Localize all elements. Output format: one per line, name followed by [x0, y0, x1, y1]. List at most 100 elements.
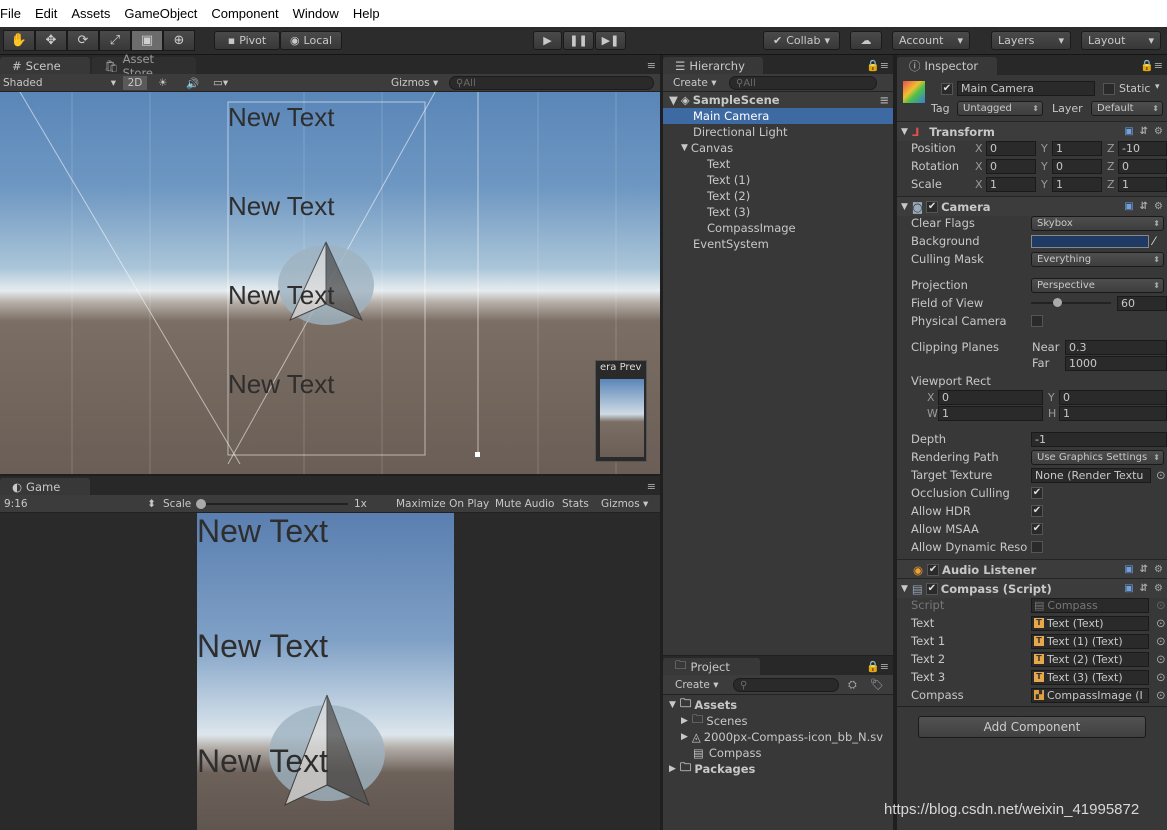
scale-tool-icon[interactable]: ⤢	[99, 30, 131, 51]
viewport-w[interactable]: 1	[938, 405, 1043, 421]
help-icon[interactable]: ▣	[1124, 583, 1133, 594]
scene-text-3[interactable]: New Text	[228, 369, 334, 400]
filter-type-icon[interactable]: ⛭	[848, 678, 857, 692]
msaa-checkbox[interactable]: ✔	[1031, 523, 1043, 535]
camera-header[interactable]: ▼ ◙ ✔ Camera ▣ ⇵ ⚙	[897, 196, 1167, 216]
hierarchy-item[interactable]: Text	[663, 156, 893, 172]
collab-button[interactable]: ✔ Collab ▾	[763, 31, 840, 50]
gear-icon[interactable]: ⚙	[1154, 126, 1163, 137]
tab-inspector[interactable]: ⓘ Inspector	[897, 57, 997, 75]
gear-icon[interactable]: ⚙	[1154, 583, 1163, 594]
pivot-button[interactable]: ▪ Pivot	[214, 31, 280, 50]
hierarchy-item[interactable]: Text (1)	[663, 172, 893, 188]
eyedropper-icon[interactable]: ⁄	[1153, 234, 1155, 248]
gear-icon[interactable]: ⚙	[1154, 564, 1163, 575]
fov-field[interactable]: 60	[1117, 295, 1167, 311]
occlusion-checkbox[interactable]: ✔	[1031, 487, 1043, 499]
viewport-x[interactable]: 0	[938, 389, 1043, 405]
expand-arrow-icon[interactable]: ▼	[901, 127, 908, 137]
target-texture-field[interactable]: None (Render Textu	[1031, 467, 1151, 483]
hierarchy-item[interactable]: CompassImage	[663, 220, 893, 236]
expand-arrow-icon[interactable]: ▼	[901, 584, 908, 594]
lock-icon[interactable]: 🔒≡	[866, 59, 889, 72]
expand-arrow-icon[interactable]: ▶	[681, 732, 688, 742]
scale-slider[interactable]	[196, 499, 348, 509]
hierarchy-item[interactable]: Text (3)	[663, 204, 893, 220]
far-field[interactable]: 1000	[1065, 355, 1167, 371]
panel-menu-icon[interactable]: ≡	[647, 480, 656, 493]
cloud-button[interactable]: ☁	[850, 31, 882, 50]
help-icon[interactable]: ▣	[1124, 564, 1133, 575]
2d-toggle[interactable]: 2D	[123, 76, 147, 90]
hand-tool-icon[interactable]: ✋	[3, 30, 35, 51]
scale-slider-thumb[interactable]	[196, 499, 206, 509]
scene-root[interactable]: ▼ ◈ SampleScene ≡	[663, 92, 893, 108]
object-picker-icon[interactable]: ⊙	[1156, 688, 1166, 702]
preset-icon[interactable]: ⇵	[1140, 564, 1148, 575]
lock-icon[interactable]: 🔒≡	[1140, 59, 1163, 72]
expand-arrow-icon[interactable]: ▶	[681, 716, 688, 726]
clear-flags-dropdown[interactable]: Skybox	[1031, 215, 1164, 231]
audio-listener-checkbox[interactable]: ✔	[927, 563, 940, 576]
project-item-scenes[interactable]: ▶ 🗀 Scenes	[663, 712, 893, 729]
expand-arrow-icon[interactable]: ▼	[901, 202, 908, 212]
scene-viewport[interactable]: New Text New Text New Text New Text era …	[0, 92, 660, 474]
menu-component[interactable]: Component	[204, 0, 285, 27]
step-button[interactable]: ▶❚	[595, 31, 626, 50]
menu-file[interactable]: File	[0, 0, 28, 27]
game-gizmos-dropdown[interactable]: Gizmos ▾	[601, 497, 648, 511]
transform-header[interactable]: ▼ ⅃ Transform ▣ ⇵ ⚙	[897, 121, 1167, 141]
preset-icon[interactable]: ⇵	[1140, 583, 1148, 594]
project-search-input[interactable]: ⚲	[733, 678, 839, 692]
layer-dropdown[interactable]: Default	[1091, 101, 1163, 116]
compass-script-header[interactable]: ▼ ▤ ✔ Compass (Script) ▣ ⇵ ⚙	[897, 578, 1167, 598]
compass-enabled-checkbox[interactable]: ✔	[925, 582, 938, 595]
background-color-swatch[interactable]	[1031, 234, 1149, 248]
rotation-z[interactable]: 0	[1118, 158, 1167, 174]
scale-z[interactable]: 1	[1118, 176, 1167, 192]
filter-label-icon[interactable]: 🏷	[870, 678, 884, 691]
camera-enabled-checkbox[interactable]: ✔	[926, 200, 939, 213]
static-checkbox[interactable]	[1103, 83, 1115, 95]
help-icon[interactable]: ▣	[1124, 126, 1133, 137]
play-button[interactable]: ▶	[533, 31, 562, 50]
depth-field[interactable]: -1	[1031, 431, 1167, 447]
scale-x[interactable]: 1	[986, 176, 1036, 192]
object-picker-icon[interactable]: ⊙	[1156, 634, 1166, 648]
account-dropdown[interactable]: Account ▾	[892, 31, 970, 50]
scene-search-input[interactable]: ⚲ All	[449, 76, 654, 90]
text3-ref-field[interactable]: T Text (3) (Text)	[1031, 669, 1149, 685]
audio-listener-header[interactable]: ◉ ✔ Audio Listener ▣ ⇵ ⚙	[897, 559, 1167, 579]
scale-y[interactable]: 1	[1052, 176, 1102, 192]
position-y[interactable]: 1	[1052, 140, 1102, 156]
text-ref-field[interactable]: T Text (Text)	[1031, 615, 1149, 631]
layers-dropdown[interactable]: Layers ▾	[991, 31, 1071, 50]
scene-text-1[interactable]: New Text	[228, 191, 334, 222]
hierarchy-item[interactable]: Directional Light	[663, 124, 893, 140]
preset-icon[interactable]: ⇵	[1140, 126, 1148, 137]
expand-arrow-icon[interactable]: ▶	[669, 764, 676, 774]
text2-ref-field[interactable]: T Text (2) (Text)	[1031, 651, 1149, 667]
object-picker-icon[interactable]: ⊙	[1156, 468, 1166, 482]
object-picker-icon[interactable]: ⊙	[1156, 670, 1166, 684]
rotation-y[interactable]: 0	[1052, 158, 1102, 174]
menu-window[interactable]: Window	[286, 0, 346, 27]
tab-project[interactable]: 🗀 Project	[663, 658, 760, 676]
text1-ref-field[interactable]: T Text (1) (Text)	[1031, 633, 1149, 649]
mute-toggle[interactable]: Mute Audio	[495, 497, 554, 511]
hierarchy-search-input[interactable]: ⚲ All	[729, 76, 877, 90]
project-create-dropdown[interactable]: Create ▾	[675, 678, 719, 692]
layout-dropdown[interactable]: Layout ▾	[1081, 31, 1161, 50]
hierarchy-item[interactable]: Main Camera	[663, 108, 893, 124]
scene-menu-icon[interactable]: ≡	[879, 93, 889, 107]
pause-button[interactable]: ❚❚	[563, 31, 594, 50]
add-component-button[interactable]: Add Component	[918, 716, 1146, 738]
hierarchy-item[interactable]: EventSystem	[663, 236, 893, 252]
expand-arrow-icon[interactable]: ▼	[669, 700, 676, 710]
menu-help[interactable]: Help	[346, 0, 387, 27]
lighting-icon[interactable]: ☀	[158, 76, 167, 90]
effects-icon[interactable]: ▭▾	[213, 76, 228, 90]
tab-game[interactable]: ◐ Game	[0, 478, 90, 496]
viewport-h[interactable]: 1	[1059, 405, 1167, 421]
tab-hierarchy[interactable]: ☰ Hierarchy	[663, 57, 763, 75]
